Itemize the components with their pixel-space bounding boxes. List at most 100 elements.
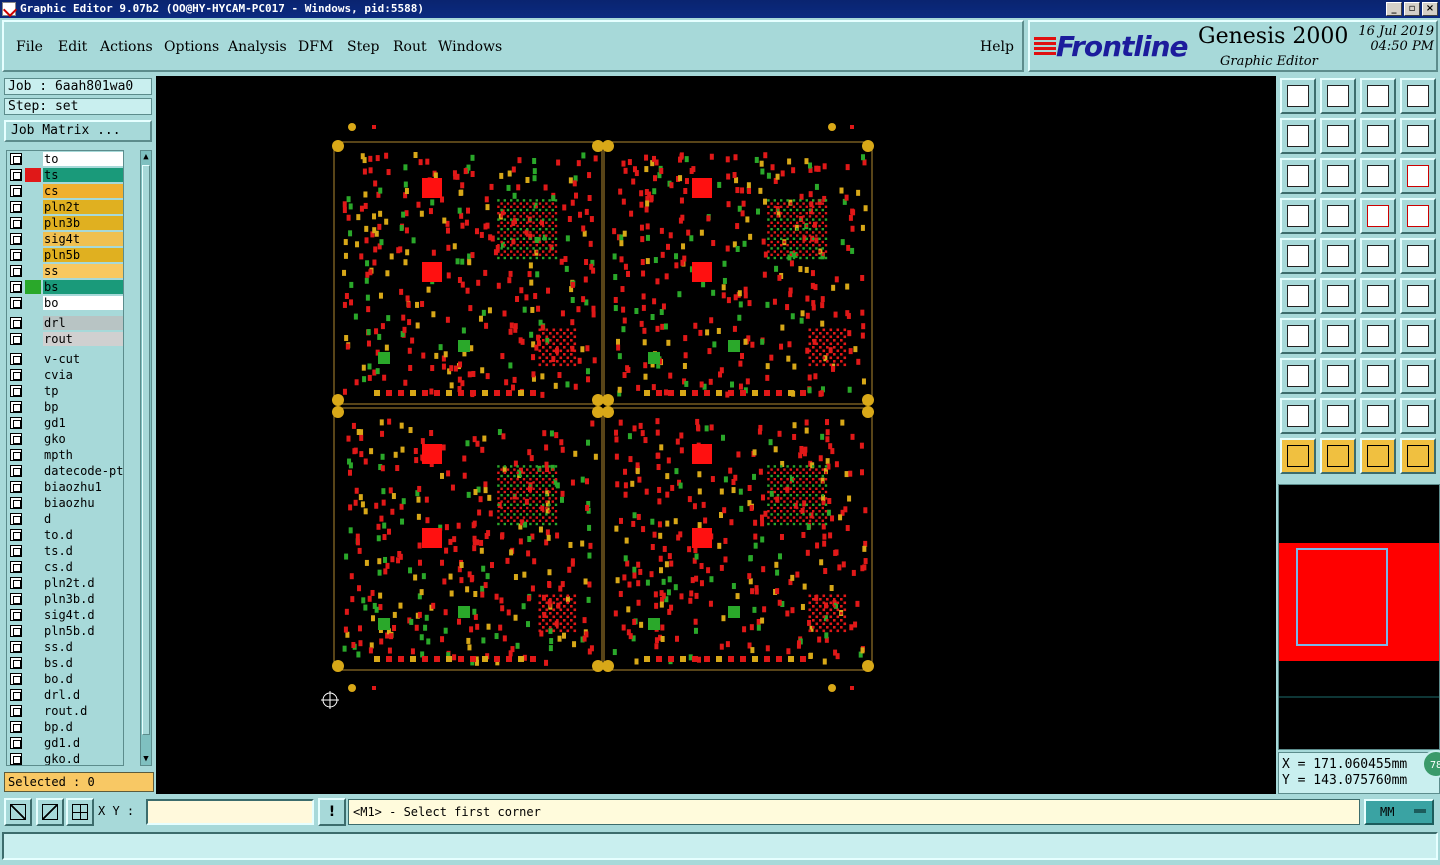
tool-line-b-button[interactable] <box>1400 278 1436 314</box>
menu-analysis[interactable]: Analysis <box>228 39 287 55</box>
layer-row-to.d[interactable]: to.d <box>7 527 123 543</box>
menu-rout[interactable]: Rout <box>393 39 427 55</box>
layer-checkbox[interactable] <box>10 265 22 277</box>
layer-checkbox[interactable] <box>10 705 22 717</box>
layer-color-swatch[interactable] <box>25 416 41 430</box>
job-matrix-button[interactable]: Job Matrix ... <box>4 120 152 142</box>
layer-color-swatch[interactable] <box>25 400 41 414</box>
xy-input[interactable] <box>146 799 314 825</box>
tool-tri-a-button[interactable] <box>1280 398 1316 434</box>
layer-checkbox[interactable] <box>10 641 22 653</box>
tool-fit-button[interactable] <box>1280 158 1316 194</box>
layer-row-drl.d[interactable]: drl.d <box>7 687 123 703</box>
layer-row-cs[interactable]: cs <box>7 183 123 199</box>
layer-name[interactable]: bp.d <box>43 720 123 734</box>
tool-save-button[interactable] <box>1320 78 1356 114</box>
layer-color-swatch[interactable] <box>25 352 41 366</box>
snap-button[interactable] <box>1400 438 1436 474</box>
layer-color-swatch[interactable] <box>25 248 41 262</box>
tool-snap-button[interactable] <box>1280 238 1316 274</box>
layer-row-cvia[interactable]: cvia <box>7 367 123 383</box>
layer-color-swatch[interactable] <box>25 736 41 750</box>
layer-row-bs.d[interactable]: bs.d <box>7 655 123 671</box>
layer-name[interactable]: gko.d <box>43 752 123 765</box>
layer-row-to[interactable]: to <box>7 151 123 167</box>
layer-color-swatch[interactable] <box>25 480 41 494</box>
maximize-icon[interactable]: ▫ <box>1404 2 1420 16</box>
layer-name[interactable]: datecode-pt <box>43 464 123 478</box>
layer-row-sig4t.d[interactable]: sig4t.d <box>7 607 123 623</box>
layer-color-swatch[interactable] <box>25 752 41 765</box>
layer-row-biaozhu[interactable]: biaozhu <box>7 495 123 511</box>
layer-row-cs.d[interactable]: cs.d <box>7 559 123 575</box>
layer-name[interactable]: v-cut <box>43 352 123 366</box>
layer-row-gd1[interactable]: gd1 <box>7 415 123 431</box>
layer-color-swatch[interactable] <box>25 280 41 294</box>
layer-color-swatch[interactable] <box>25 688 41 702</box>
menu-help[interactable]: Help <box>980 39 1014 55</box>
layer-color-swatch[interactable] <box>25 544 41 558</box>
scroll-thumb[interactable] <box>142 165 150 735</box>
layer-checkbox[interactable] <box>10 465 22 477</box>
layer-name[interactable]: bs.d <box>43 656 123 670</box>
layer-checkbox[interactable] <box>10 185 22 197</box>
layer-checkbox[interactable] <box>10 317 22 329</box>
layer-row-mpth[interactable]: mpth <box>7 447 123 463</box>
layer-checkbox[interactable] <box>10 545 22 557</box>
layer-name[interactable]: biaozhu <box>43 496 123 510</box>
menu-actions[interactable]: Actions <box>100 39 153 55</box>
tool-layer-a-button[interactable] <box>1360 198 1396 234</box>
layer-color-swatch[interactable] <box>25 232 41 246</box>
layer-checkbox[interactable] <box>10 753 22 765</box>
tool-next-button[interactable] <box>1320 118 1356 154</box>
layer-color-swatch[interactable] <box>25 528 41 542</box>
tool-measure-button[interactable] <box>1280 198 1316 234</box>
layer-checkbox[interactable] <box>10 721 22 733</box>
layer-row-pln3b[interactable]: pln3b <box>7 215 123 231</box>
layer-row-tp[interactable]: tp <box>7 383 123 399</box>
menu-options[interactable]: Options <box>164 39 219 55</box>
layer-checkbox[interactable] <box>10 281 22 293</box>
menu-dfm[interactable]: DFM <box>298 39 333 55</box>
layer-name[interactable]: ts <box>43 168 123 182</box>
layer-checkbox[interactable] <box>10 401 22 413</box>
layer-name[interactable]: to.d <box>43 528 123 542</box>
scroll-down-icon[interactable]: ▼ <box>141 753 151 765</box>
layer-checkbox[interactable] <box>10 657 22 669</box>
layer-color-swatch[interactable] <box>25 704 41 718</box>
layer-color-swatch[interactable] <box>25 168 41 182</box>
layer-color-swatch[interactable] <box>25 624 41 638</box>
tool-open-button[interactable] <box>1280 78 1316 114</box>
layer-name[interactable]: sig4t.d <box>43 608 123 622</box>
layer-row-bo[interactable]: bo <box>7 295 123 311</box>
layer-name[interactable]: ts.d <box>43 544 123 558</box>
layer-color-swatch[interactable] <box>25 640 41 654</box>
layer-name[interactable]: rout <box>43 332 123 346</box>
layer-name[interactable]: drl <box>43 316 123 330</box>
layer-row-pln5b.d[interactable]: pln5b.d <box>7 623 123 639</box>
layer-checkbox[interactable] <box>10 561 22 573</box>
layer-row-pln3b.d[interactable]: pln3b.d <box>7 591 123 607</box>
tool-pointer-box-button[interactable] <box>1320 438 1356 474</box>
layer-color-swatch[interactable] <box>25 608 41 622</box>
layer-name[interactable]: rout.d <box>43 704 123 718</box>
layer-name[interactable]: bo <box>43 296 123 310</box>
pan-button[interactable] <box>36 798 64 826</box>
layer-checkbox[interactable] <box>10 449 22 461</box>
layer-color-swatch[interactable] <box>25 512 41 526</box>
tool-pad-button[interactable] <box>1400 238 1436 274</box>
layer-row-pln5b[interactable]: pln5b <box>7 247 123 263</box>
layer-color-swatch[interactable] <box>25 200 41 214</box>
layer-row-ts[interactable]: ts <box>7 167 123 183</box>
layer-color-swatch[interactable] <box>25 448 41 462</box>
scroll-up-icon[interactable]: ▲ <box>141 151 151 163</box>
layer-row-ts.d[interactable]: ts.d <box>7 543 123 559</box>
layer-color-swatch[interactable] <box>25 264 41 278</box>
layer-checkbox[interactable] <box>10 513 22 525</box>
layer-color-swatch[interactable] <box>25 316 41 330</box>
layer-name[interactable]: bs <box>43 280 123 294</box>
layer-scrollbar[interactable]: ▲ ▼ <box>140 150 152 766</box>
tool-slash-button[interactable] <box>1320 318 1356 354</box>
info-button[interactable]: ! <box>318 798 346 826</box>
layer-name[interactable]: pln2t.d <box>43 576 123 590</box>
